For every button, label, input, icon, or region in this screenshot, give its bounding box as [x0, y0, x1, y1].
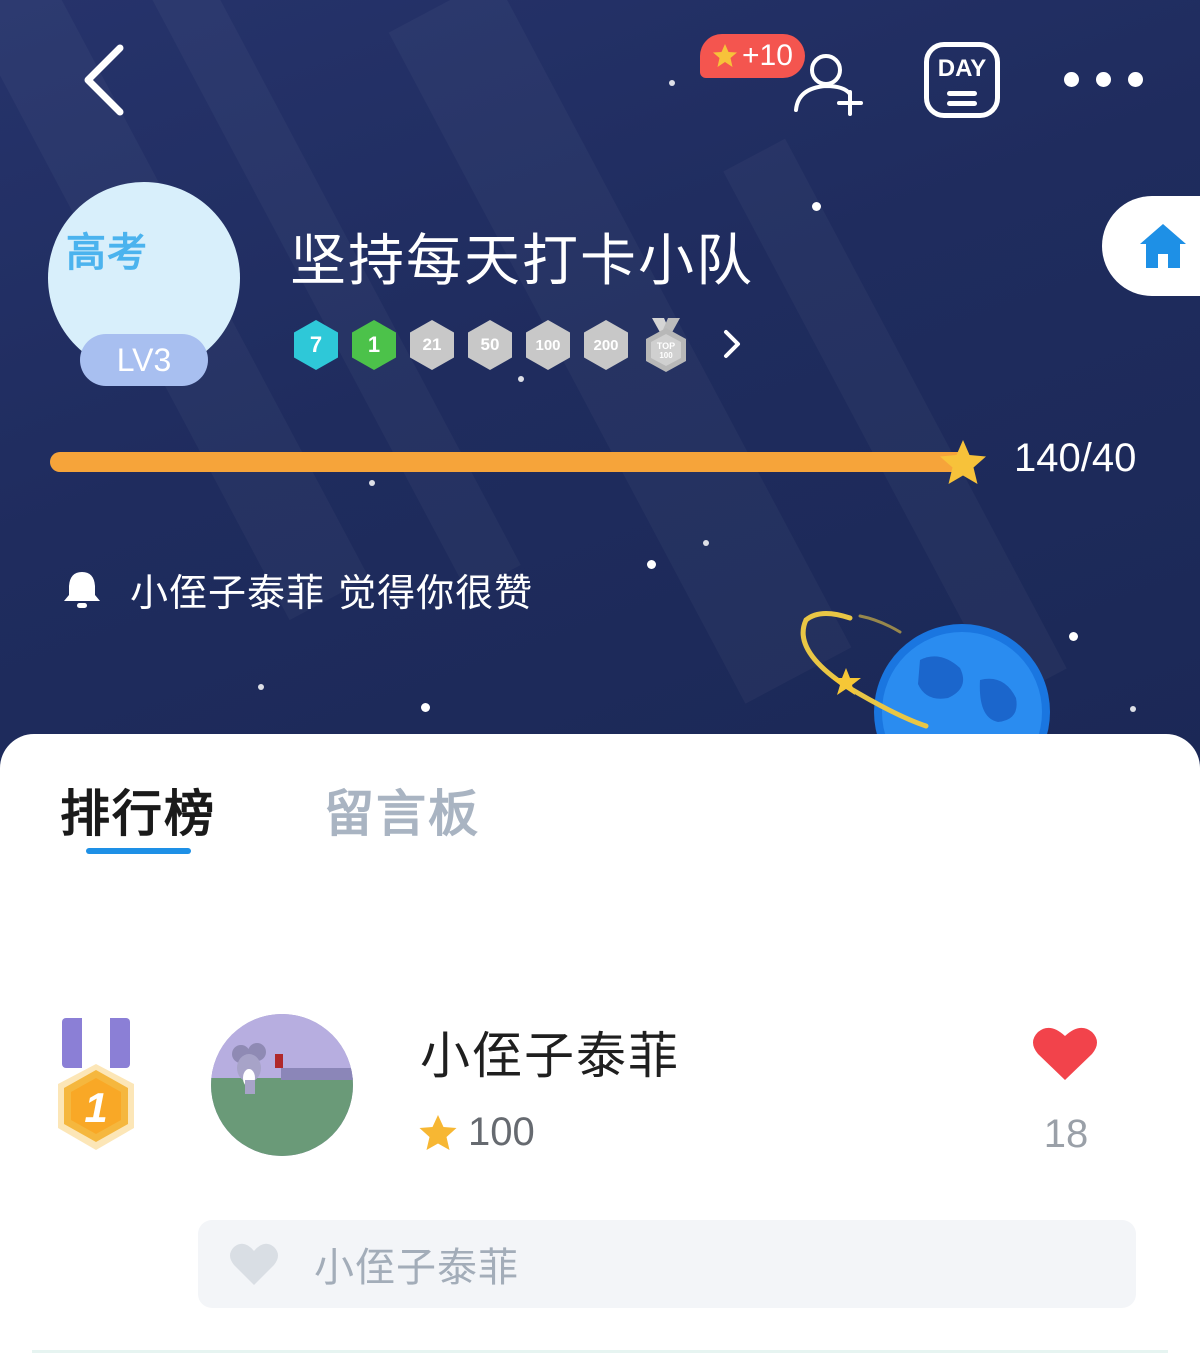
- score-value: 100: [468, 1110, 535, 1154]
- liked-by-row[interactable]: 小侄子泰菲: [198, 1220, 1136, 1308]
- bonus-points-text: +10: [742, 39, 793, 72]
- heart-outline-icon: [230, 1243, 278, 1285]
- home-icon: [1140, 224, 1186, 268]
- leaderboard-user-name: 小侄子泰菲: [420, 1027, 680, 1085]
- badge-21: 21: [410, 320, 454, 370]
- team-progress-bar: [50, 452, 970, 472]
- user-avatar[interactable]: [211, 1014, 353, 1156]
- more-options-icon[interactable]: [1064, 66, 1144, 92]
- team-avatar-text: 高考: [66, 230, 148, 276]
- more-dot: [1096, 71, 1111, 87]
- badge-200: 200: [584, 320, 628, 370]
- team-level-badge: LV3: [80, 334, 208, 386]
- star-icon: [940, 440, 986, 484]
- background-star: [258, 684, 264, 690]
- day-button-label: DAY: [937, 55, 987, 82]
- heart-icon[interactable]: [1030, 1024, 1100, 1084]
- badge-50: 50: [468, 320, 512, 370]
- badge-7-days: 7: [294, 320, 338, 370]
- badge-1: 1: [352, 320, 396, 370]
- svg-text:TOP: TOP: [657, 341, 675, 351]
- home-button[interactable]: [1102, 196, 1200, 296]
- achievement-badges[interactable]: 7 1 21 50 100 200 TOP 100: [294, 318, 690, 372]
- star-icon: [419, 1114, 457, 1150]
- bonus-points-badge: +10: [700, 34, 805, 78]
- background-star: [369, 480, 375, 486]
- tab-leaderboard[interactable]: 排行榜: [60, 774, 216, 846]
- background-star: [703, 540, 709, 546]
- rank-1-medal-icon: 1: [58, 1018, 134, 1150]
- divider: [32, 1350, 1168, 1353]
- tab-message-board[interactable]: 留言板: [324, 774, 480, 846]
- day-button-line: [947, 91, 977, 96]
- bell-icon: [64, 571, 100, 608]
- like-notification[interactable]: 小侄子泰菲 觉得你很赞: [60, 562, 533, 617]
- star-icon: [713, 44, 737, 67]
- team-name: 坚持每天打卡小队: [290, 229, 754, 294]
- background-star: [812, 202, 821, 211]
- daily-checkin-button[interactable]: DAY: [924, 42, 1000, 118]
- badge-100: 100: [526, 320, 570, 370]
- rank-number: 1: [84, 1084, 107, 1131]
- chevron-right-icon[interactable]: [720, 326, 746, 362]
- team-progress-fill: [50, 452, 970, 472]
- back-arrow-icon[interactable]: [70, 40, 140, 120]
- svg-text:100: 100: [659, 351, 673, 360]
- team-header-banner: [0, 0, 1200, 780]
- liker-name: 小侄子泰菲: [314, 1245, 519, 1291]
- avatar-image: [211, 1014, 353, 1156]
- background-star: [647, 560, 656, 569]
- background-star: [1130, 706, 1136, 712]
- active-tab-indicator: [86, 848, 191, 854]
- progress-count: 140/40: [1014, 436, 1137, 480]
- like-count: 18: [1043, 1112, 1089, 1156]
- background-star: [669, 80, 675, 86]
- day-button-line: [947, 101, 977, 106]
- background-star: [421, 703, 430, 712]
- user-score: 100: [418, 1110, 535, 1155]
- background-star: [518, 376, 524, 382]
- more-dot: [1128, 71, 1143, 87]
- more-dot: [1064, 71, 1079, 87]
- notification-text: 小侄子泰菲 觉得你很赞: [130, 571, 534, 615]
- top-100-medal-icon: TOP 100: [646, 318, 686, 372]
